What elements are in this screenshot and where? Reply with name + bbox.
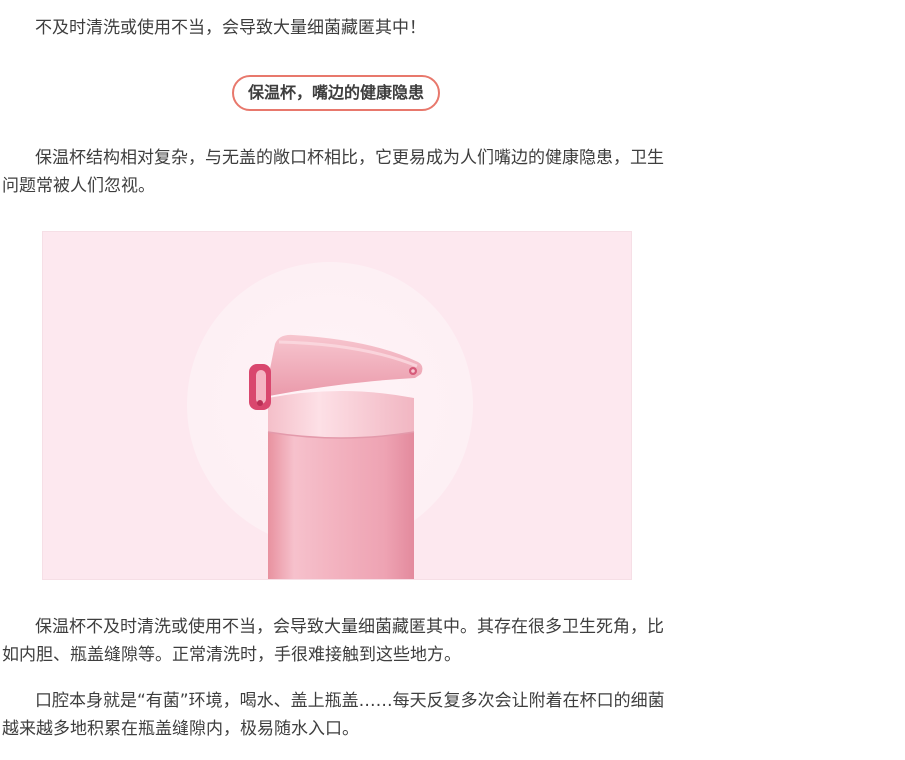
body-paragraph-3: 口腔本身就是“有菌”环境，喝水、盖上瓶盖……每天反复多次会让附着在杯口的细菌越来… <box>2 691 665 739</box>
bottle-body <box>268 422 414 579</box>
section-heading: 保温杯，嘴边的健康隐患 <box>231 75 440 111</box>
bottle-collar <box>268 391 414 438</box>
section-heading-wrapper: 保温杯，嘴边的健康隐患 <box>0 75 672 111</box>
body-paragraph-2: 保温杯不及时清洗或使用不当，会导致大量细菌藏匿其中。其存在很多卫生死角，比如内胆… <box>2 617 664 665</box>
body-paragraph-1: 保温杯结构相对复杂，与无盖的敞口杯相比，它更易成为人们嘴边的健康隐患，卫生问题常… <box>2 148 664 196</box>
thermos-bottle-image <box>42 231 632 580</box>
article-body: 不及时清洗或使用不当，会导致大量细菌藏匿其中！ 保温杯，嘴边的健康隐患 保温杯结… <box>0 0 905 760</box>
thermos-bottle-icon <box>187 262 473 579</box>
intro-paragraph: 不及时清洗或使用不当，会导致大量细菌藏匿其中！ <box>35 18 426 38</box>
